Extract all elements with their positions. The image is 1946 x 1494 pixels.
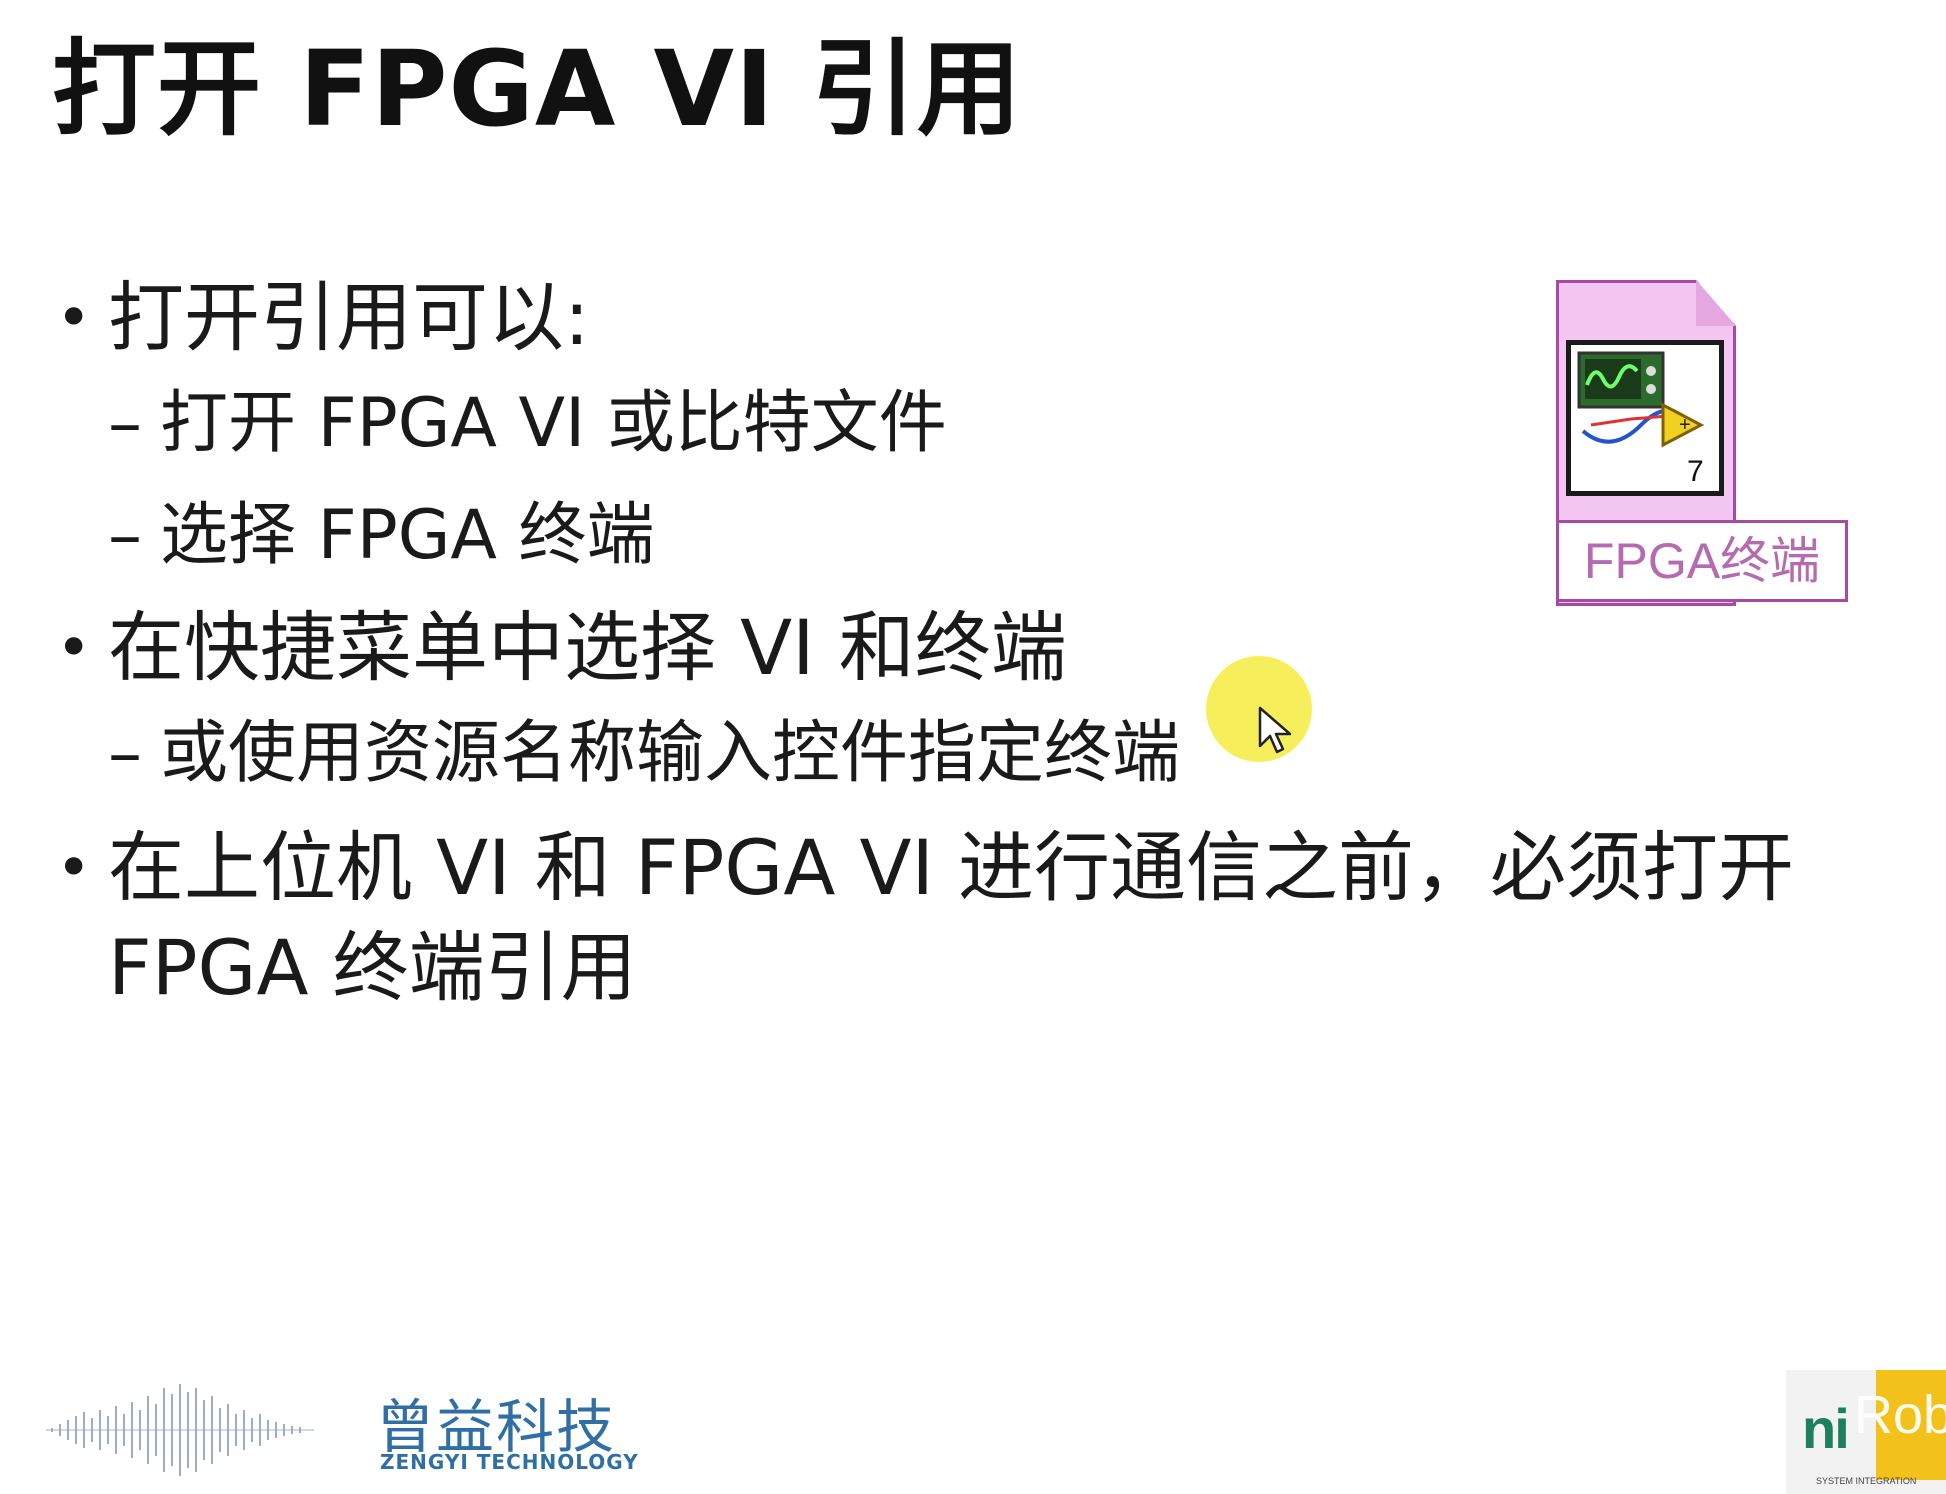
brand-name-en: ZENGYI TECHNOLOGY xyxy=(380,1450,639,1474)
bullet-dot: • xyxy=(56,613,92,683)
bullet-item: • 在上位机 VI 和 FPGA VI 进行通信之前，必须打开FPGA 终端引用 xyxy=(52,818,1912,1018)
bullet-item: • 在快捷菜单中选择 VI 和终端 xyxy=(52,598,1912,698)
slide: 打开 FPGA VI 引用 • 打开引用可以: – 打开 FPGA VI 或比特… xyxy=(0,0,1946,1494)
sub-bullet-item: – 或使用资源名称输入控件指定终端 xyxy=(52,698,1912,810)
sound-wave-logo-icon xyxy=(46,1384,314,1476)
ni-logo-icon: ni xyxy=(1802,1397,1850,1460)
sub-bullet-text: 或使用资源名称输入控件指定终端 xyxy=(160,714,1181,793)
sub-bullet-text: 打开 FPGA VI 或比特文件 xyxy=(160,384,947,463)
slide-title: 打开 FPGA VI 引用 xyxy=(52,28,1022,150)
bullet-text: 打开引用可以: xyxy=(108,273,590,362)
sub-bullet-dash: – xyxy=(108,496,142,575)
sub-bullet-text: 选择 FPGA 终端 xyxy=(160,496,655,575)
bullet-text: 在上位机 VI 和 FPGA VI 进行通信之前，必须打开FPGA 终端引用 xyxy=(108,823,1795,1012)
video-watermark: Rob xyxy=(1854,1385,1946,1445)
fpga-terminal-icon: + 7 FPGA终端 xyxy=(1556,280,1852,606)
vi-glyph-frame: + 7 xyxy=(1566,340,1724,496)
vi-number: 7 xyxy=(1687,455,1704,488)
ni-logo-badge: ni Rob SYSTEM INTEGRATION xyxy=(1786,1370,1946,1494)
fpga-terminal-label: FPGA终端 xyxy=(1556,520,1848,602)
sub-bullet-dash: – xyxy=(108,714,142,793)
bullet-dot: • xyxy=(56,833,92,903)
vi-glyph-icon: + 7 xyxy=(1577,351,1705,488)
mouse-pointer-icon xyxy=(1258,706,1292,754)
sub-bullet-dash: – xyxy=(108,384,142,463)
bullet-dot: • xyxy=(56,283,92,353)
svg-text:+: + xyxy=(1679,414,1691,436)
bullet-text: 在快捷菜单中选择 VI 和终端 xyxy=(108,603,1067,692)
ni-subtext: SYSTEM INTEGRATION xyxy=(1816,1476,1917,1486)
